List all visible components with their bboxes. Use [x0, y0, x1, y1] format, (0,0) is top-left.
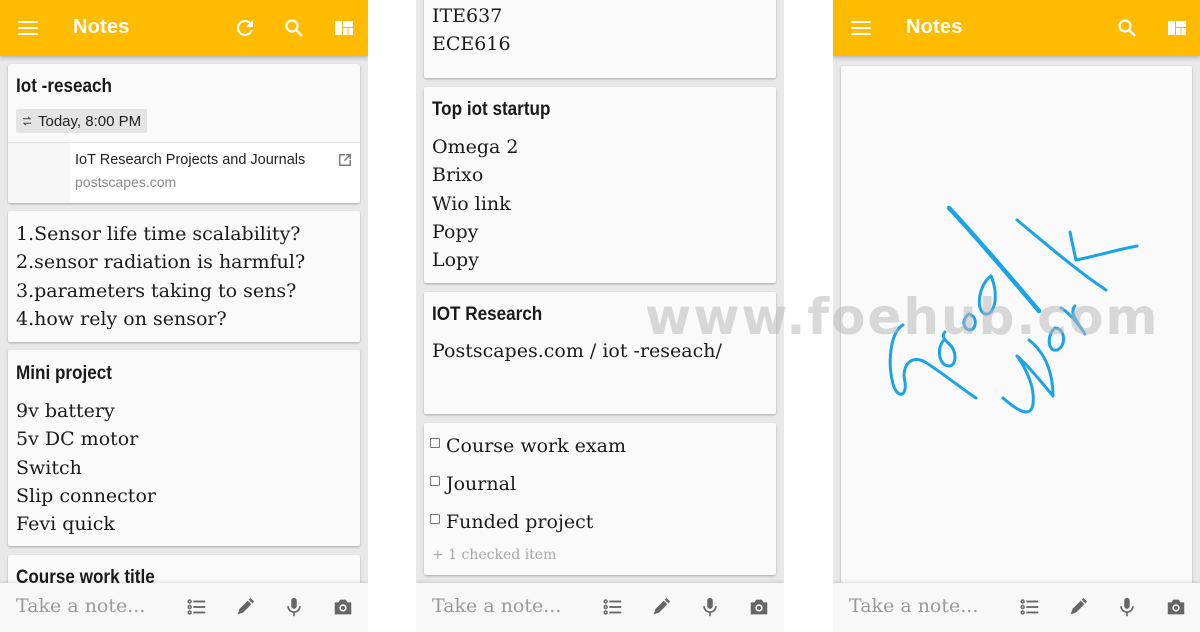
app-bar: Notes	[833, 0, 1200, 56]
phone-screen-drawing-note: Notes Take a note...	[833, 0, 1200, 632]
note-line: 5v DC motor	[16, 428, 139, 451]
note-line: Lopy	[432, 249, 479, 272]
checklist-item-label: Journal	[446, 473, 517, 495]
pen-icon[interactable]	[1067, 596, 1089, 618]
ink-stroke	[962, 312, 977, 332]
ink-stroke	[937, 330, 957, 368]
note-line: Popy	[432, 220, 479, 243]
note-title: IOT Research	[432, 304, 543, 325]
menu-icon[interactable]	[18, 18, 38, 38]
link-preview[interactable]: IoT Research Projects and Journals posts…	[8, 142, 360, 203]
checklist-item-label: Course work exam	[446, 435, 626, 457]
note-card-checklist[interactable]: Course work exam Journal Funded project …	[424, 423, 776, 575]
checklist-icon[interactable]	[1019, 596, 1041, 618]
note-line: ECE616	[432, 33, 511, 56]
app-bar: Notes	[0, 0, 368, 56]
repeat-icon	[22, 116, 32, 126]
note-line: Slip connector	[16, 484, 156, 507]
note-card-course-codes[interactable]: ITE637 ECE616	[424, 0, 776, 78]
phone-screen-notes-list-2: ITE637 ECE616 Top iot startup Omega 2 Br…	[416, 0, 784, 632]
menu-icon[interactable]	[851, 18, 871, 38]
layout-icon[interactable]	[332, 16, 356, 40]
checkbox[interactable]	[430, 514, 440, 524]
note-line: Omega 2	[432, 136, 519, 158]
note-body: Omega 2 Brixo Wio link Popy Lopy	[432, 133, 518, 274]
note-card-mini-project[interactable]: Mini project 9v battery 5v DC motor Swit…	[8, 350, 360, 546]
refresh-icon[interactable]	[233, 16, 257, 40]
mic-icon[interactable]	[699, 596, 721, 618]
note-line: 4.how rely on sensor?	[16, 307, 227, 330]
reminder-chip[interactable]: Today, 8:00 PM	[16, 109, 148, 133]
note-title: Iot -reseach	[16, 76, 112, 97]
layout-icon[interactable]	[1165, 16, 1189, 40]
note-line: Postscapes.com / iot -reseach/	[432, 340, 722, 362]
checkbox[interactable]	[430, 476, 440, 486]
drawing-note-card[interactable]	[841, 66, 1192, 588]
note-line: 9v battery	[16, 400, 115, 422]
note-line: 1.Sensor life time scalability?	[16, 223, 301, 245]
mic-icon[interactable]	[1116, 596, 1138, 618]
take-note-input[interactable]: Take a note...	[432, 595, 561, 617]
checklist-item-label: Funded project	[446, 511, 594, 533]
checklist-icon[interactable]	[186, 596, 208, 618]
note-line: Brixo	[432, 164, 484, 187]
note-card-iot-research[interactable]: Iot -reseach Today, 8:00 PM IoT Research…	[8, 64, 360, 203]
note-body: Postscapes.com / iot -reseach/	[432, 337, 722, 365]
ink-stroke	[1001, 338, 1055, 414]
note-title: Mini project	[16, 363, 112, 384]
note-line: Wio link	[432, 192, 511, 215]
note-body: ITE637 ECE616	[432, 2, 511, 59]
ink-stroke	[1059, 304, 1087, 336]
checklist-item: Journal	[430, 470, 516, 498]
note-body: 9v battery 5v DC motor Switch Slip conne…	[16, 397, 156, 538]
take-note-input[interactable]: Take a note...	[849, 595, 978, 617]
search-icon[interactable]	[282, 16, 306, 40]
checkbox[interactable]	[430, 438, 440, 448]
app-title: Notes	[906, 16, 963, 38]
camera-icon[interactable]	[748, 596, 770, 618]
ink-stroke	[888, 323, 978, 400]
link-domain: postscapes.com	[75, 174, 177, 190]
open-external-icon[interactable]	[338, 153, 352, 167]
pen-icon[interactable]	[234, 596, 256, 618]
take-note-bar: Take a note...	[0, 583, 368, 632]
camera-icon[interactable]	[332, 596, 354, 618]
note-line: 3.parameters taking to sens?	[16, 279, 297, 302]
checklist-icon[interactable]	[602, 596, 624, 618]
phone-screen-notes-list-1: Notes Iot -reseach Today, 8:00 PM IoT Re…	[0, 0, 368, 632]
note-card-sensor-questions[interactable]: 1.Sensor life time scalability? 2.sensor…	[8, 211, 360, 342]
take-note-bar: Take a note...	[416, 583, 784, 632]
note-line: Fevi quick	[16, 513, 115, 536]
reminder-time: Today, 8:00 PM	[38, 112, 142, 130]
app-title: Notes	[73, 16, 130, 38]
search-icon[interactable]	[1115, 16, 1139, 40]
ink-stroke	[1047, 326, 1065, 352]
note-line: Switch	[16, 456, 82, 479]
checked-items-count: + 1 checked item	[432, 547, 557, 563]
camera-icon[interactable]	[1165, 596, 1187, 618]
note-card-iot-research-link[interactable]: IOT Research Postscapes.com / iot -resea…	[424, 292, 776, 414]
checklist-item: Course work exam	[430, 432, 626, 460]
link-thumbnail	[8, 143, 70, 203]
note-card-top-iot-startup[interactable]: Top iot startup Omega 2 Brixo Wio link P…	[424, 87, 776, 283]
note-title: Top iot startup	[432, 99, 551, 120]
ink-stroke	[977, 274, 997, 316]
ink-stroke	[1068, 230, 1139, 262]
note-line: 2.sensor radiation is harmful?	[16, 251, 306, 274]
note-line: ITE637	[432, 5, 503, 27]
link-title: IoT Research Projects and Journals	[75, 152, 306, 168]
pen-icon[interactable]	[650, 596, 672, 618]
mic-icon[interactable]	[283, 596, 305, 618]
handwriting-drawing	[888, 205, 1139, 414]
take-note-input[interactable]: Take a note...	[16, 595, 145, 617]
take-note-bar: Take a note...	[833, 583, 1200, 632]
checklist-item: Funded project	[430, 508, 593, 536]
note-body: 1.Sensor life time scalability? 2.sensor…	[16, 220, 305, 333]
